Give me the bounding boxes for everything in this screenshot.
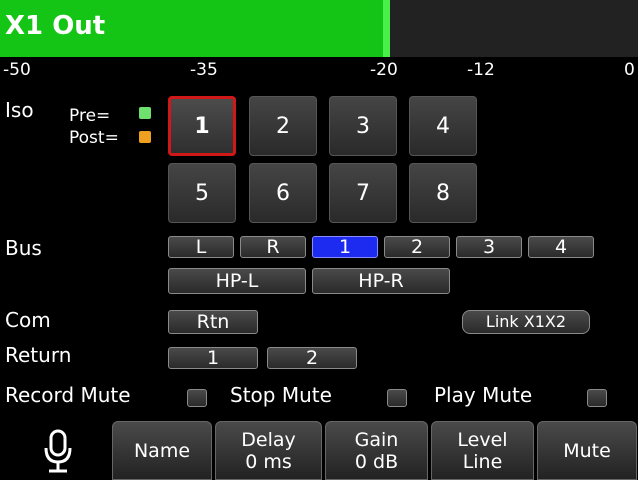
scale-tick: -20 bbox=[370, 60, 398, 80]
link-x1x2-button[interactable]: Link X1X2 bbox=[462, 310, 590, 334]
scale-tick: -12 bbox=[467, 60, 495, 80]
level-label: Level bbox=[457, 428, 508, 451]
scale-tick: -35 bbox=[190, 60, 218, 80]
scale-tick: 0 bbox=[624, 60, 635, 80]
bus-button-1[interactable]: 1 bbox=[312, 236, 378, 258]
pre-legend-swatch bbox=[139, 107, 151, 119]
iso-label: Iso bbox=[5, 98, 34, 122]
iso-button-1[interactable]: 1 bbox=[168, 96, 236, 156]
bus-button-4[interactable]: 4 bbox=[528, 236, 594, 258]
post-legend-label: Post= bbox=[69, 128, 119, 148]
play-mute-checkbox[interactable] bbox=[587, 389, 607, 407]
com-label: Com bbox=[5, 308, 51, 332]
gain-label: Gain bbox=[354, 428, 399, 451]
page-title: X1 Out bbox=[5, 11, 106, 41]
meter-peak-indicator bbox=[383, 0, 390, 57]
iso-button-4[interactable]: 4 bbox=[409, 96, 477, 156]
bus-button-3[interactable]: 3 bbox=[456, 236, 522, 258]
return-button-1[interactable]: 1 bbox=[168, 347, 258, 369]
pre-legend-label: Pre= bbox=[69, 106, 111, 126]
record-mute-label: Record Mute bbox=[5, 383, 131, 407]
iso-button-6[interactable]: 6 bbox=[249, 163, 317, 223]
play-mute-label: Play Mute bbox=[434, 383, 533, 407]
name-button[interactable]: Name bbox=[112, 421, 212, 480]
stop-mute-label: Stop Mute bbox=[230, 383, 332, 407]
bus-button-l[interactable]: L bbox=[168, 236, 234, 258]
name-button-label: Name bbox=[133, 439, 191, 462]
iso-button-7[interactable]: 7 bbox=[329, 163, 397, 223]
bus-label: Bus bbox=[5, 236, 42, 260]
iso-button-8[interactable]: 8 bbox=[409, 163, 477, 223]
post-legend-swatch bbox=[139, 131, 151, 143]
mute-button-label: Mute bbox=[563, 439, 611, 462]
iso-button-3[interactable]: 3 bbox=[329, 96, 397, 156]
mute-button[interactable]: Mute bbox=[537, 421, 637, 480]
iso-button-5[interactable]: 5 bbox=[168, 163, 236, 223]
return-button-2[interactable]: 2 bbox=[267, 347, 357, 369]
bus-button-r[interactable]: R bbox=[240, 236, 306, 258]
com-rtn-button[interactable]: Rtn bbox=[168, 310, 258, 334]
stop-mute-checkbox[interactable] bbox=[387, 389, 407, 407]
bus-button-hp-l[interactable]: HP-L bbox=[168, 268, 306, 294]
scale-tick: -50 bbox=[3, 60, 31, 80]
level-value: Line bbox=[462, 450, 503, 473]
level-button[interactable]: Level Line bbox=[431, 421, 534, 480]
delay-value: 0 ms bbox=[245, 450, 292, 473]
bus-button-hp-r[interactable]: HP-R bbox=[312, 268, 450, 294]
iso-button-2[interactable]: 2 bbox=[249, 96, 317, 156]
delay-label: Delay bbox=[241, 428, 296, 451]
delay-button[interactable]: Delay 0 ms bbox=[215, 421, 322, 480]
bus-button-2[interactable]: 2 bbox=[384, 236, 450, 258]
record-mute-checkbox[interactable] bbox=[187, 389, 207, 407]
return-label: Return bbox=[5, 343, 72, 367]
microphone-icon[interactable] bbox=[38, 428, 78, 474]
gain-value: 0 dB bbox=[354, 450, 399, 473]
gain-button[interactable]: Gain 0 dB bbox=[325, 421, 428, 480]
